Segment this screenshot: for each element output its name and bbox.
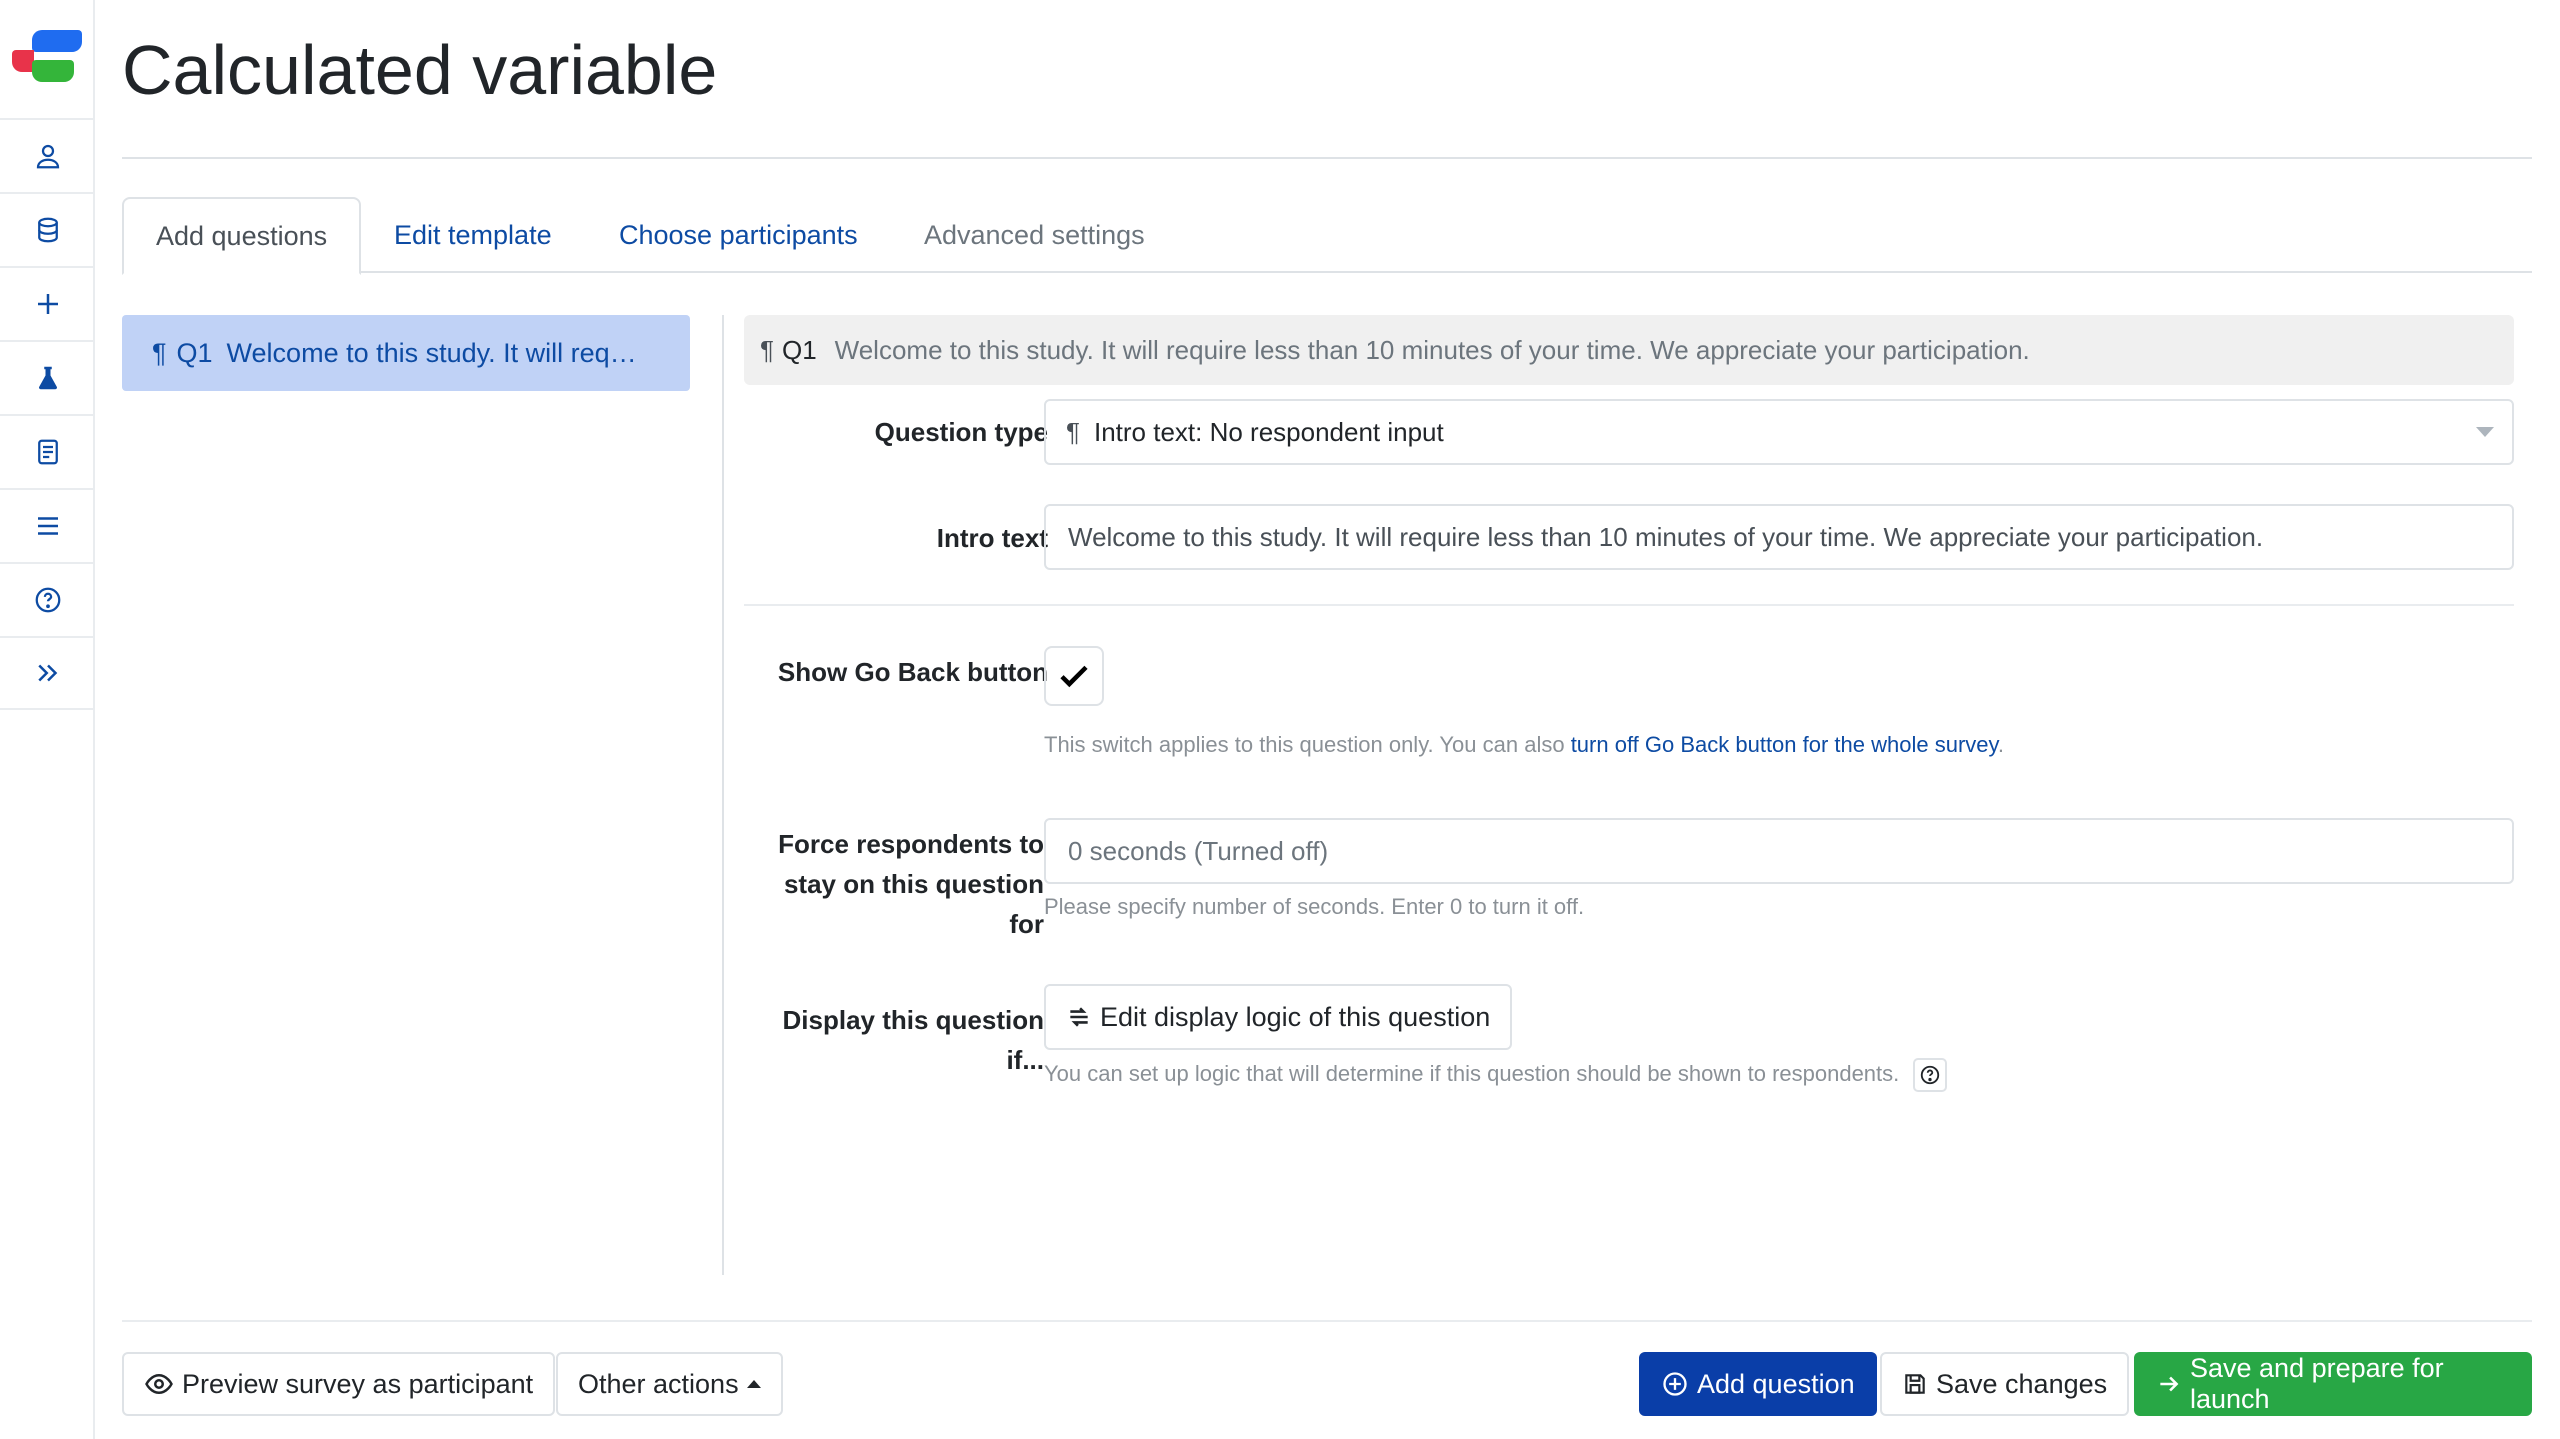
page-title: Calculated variable [122, 31, 718, 109]
go-back-label: Show Go Back button [777, 657, 1048, 687]
paragraph-icon: ¶ [760, 334, 774, 365]
go-back-global-link[interactable]: turn off Go Back button for the whole su… [1571, 732, 1998, 757]
edit-display-logic-label: Edit display logic of this question [1100, 1001, 1491, 1032]
question-number: Q1 [781, 334, 817, 365]
sidebar [0, 0, 95, 1439]
sidebar-item-expand[interactable] [0, 636, 95, 710]
go-back-checkbox[interactable] [1044, 646, 1104, 706]
plus-icon [37, 294, 58, 314]
caret-up-icon [746, 1380, 761, 1388]
sidebar-item-studies[interactable] [0, 340, 95, 414]
footer-divider [122, 1320, 2532, 1322]
help-icon [35, 587, 60, 613]
go-back-help-text: This switch applies to this question onl… [1044, 732, 1571, 757]
question-list: ¶ Q1 Welcome to this study. It will req… [122, 315, 690, 391]
display-label-line-1: Display this question [782, 1005, 1045, 1035]
chevron-down-icon [2476, 427, 2494, 437]
display-label-line-2: if... [1006, 1045, 1044, 1075]
question-type-value: Intro text: No respondent input [1093, 416, 1444, 447]
force-label-line-1: Force respondents to [778, 829, 1044, 859]
save-and-launch-button[interactable]: Save and prepare for launch [2134, 1352, 2532, 1416]
save-icon [1902, 1371, 1928, 1397]
paragraph-icon: ¶ [152, 337, 167, 368]
title-divider [122, 157, 2532, 159]
preview-survey-label: Preview survey as participant [182, 1368, 534, 1399]
flask-icon [38, 366, 57, 390]
save-changes-label: Save changes [1936, 1368, 2108, 1399]
tab-bar: Add questions Edit template Choose parti… [122, 197, 2532, 275]
force-help: Please specify number of seconds. Enter … [1044, 894, 1585, 919]
display-help: You can set up logic that will determine… [1044, 1058, 1948, 1092]
save-changes-button[interactable]: Save changes [1880, 1352, 2130, 1416]
tab-edit-template[interactable]: Edit template [362, 197, 584, 273]
intro-text-field[interactable]: Welcome to this study. It will require l… [1044, 504, 2514, 570]
list-item[interactable]: ¶ Q1 Welcome to this study. It will req… [122, 315, 690, 391]
paragraph-icon: ¶ [1066, 416, 1080, 447]
check-icon [1060, 665, 1088, 688]
display-help-text: You can set up logic that will determine… [1044, 1060, 1900, 1086]
question-type-select[interactable]: ¶ Intro text: No respondent input [1044, 399, 2514, 465]
force-label-line-2: stay on this question [783, 869, 1044, 899]
help-icon[interactable] [1913, 1058, 1948, 1092]
sidebar-item-account[interactable] [0, 118, 95, 192]
go-back-help: This switch applies to this question onl… [1044, 732, 2004, 758]
tab-add-questions[interactable]: Add questions [122, 197, 362, 275]
eye-icon [144, 1369, 174, 1399]
sidebar-item-help[interactable] [0, 562, 95, 636]
sidebar-item-menu[interactable] [0, 488, 95, 562]
panel-divider [722, 315, 724, 1275]
other-actions-button[interactable]: Other actions [556, 1352, 783, 1416]
plus-circle-icon [1661, 1370, 1689, 1398]
intro-text-label: Intro text [936, 523, 1048, 553]
user-icon [36, 144, 59, 169]
section-divider [744, 604, 2514, 606]
force-seconds-input[interactable]: 0 seconds (Turned off) [1044, 818, 2514, 884]
go-back-help-end: . [1997, 732, 2005, 757]
save-and-launch-label: Save and prepare for launch [2190, 1353, 2444, 1414]
question-preview: Welcome to this study. It will req… [226, 337, 637, 368]
book-icon [37, 439, 58, 465]
sidebar-item-database[interactable] [0, 192, 95, 266]
database-icon [37, 217, 58, 243]
preview-survey-button[interactable]: Preview survey as participant [122, 1352, 556, 1416]
sidebar-item-docs[interactable] [0, 414, 95, 488]
expand-icon [37, 664, 57, 682]
edit-display-logic-button[interactable]: Edit display logic of this question [1044, 984, 1513, 1050]
arrow-right-icon [2156, 1371, 2182, 1397]
logic-icon [1066, 1004, 1092, 1030]
other-actions-label: Other actions [578, 1368, 739, 1399]
app-logo[interactable] [10, 24, 82, 88]
tab-advanced-settings[interactable]: Advanced settings [892, 197, 1177, 273]
sidebar-item-create[interactable] [0, 266, 95, 340]
question-number: Q1 [176, 337, 213, 368]
tab-choose-participants[interactable]: Choose participants [587, 197, 890, 273]
add-question-label: Add question [1697, 1368, 1855, 1399]
question-header: ¶ Q1 Welcome to this study. It will requ… [744, 315, 2514, 385]
question-header-text: Welcome to this study. It will require l… [834, 334, 2030, 365]
list-icon [37, 517, 58, 535]
add-question-button[interactable]: Add question [1639, 1352, 1877, 1416]
question-type-label: Question type [874, 417, 1048, 447]
force-label-line-3: for [1009, 909, 1044, 939]
